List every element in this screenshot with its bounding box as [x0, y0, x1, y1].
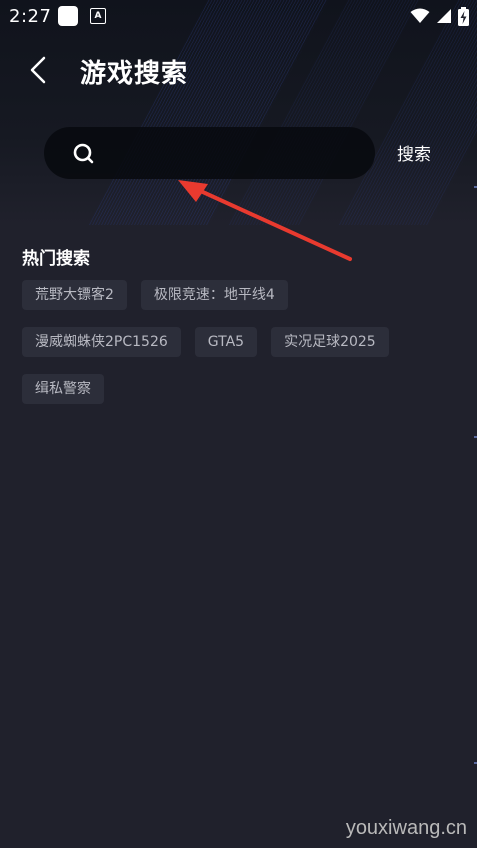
status-time: 2:27: [9, 6, 52, 27]
a-badge-icon: A: [90, 8, 106, 24]
app-notification-icon: [58, 6, 78, 26]
hot-search-title: 热门搜索: [22, 249, 90, 269]
watermark: youxiwang.cn: [345, 817, 467, 839]
hot-search-tag[interactable]: 实况足球2025: [271, 327, 389, 357]
status-bar: 2:27 A: [0, 0, 477, 32]
header-background: [0, 0, 477, 225]
hot-search-tag[interactable]: 缉私警察: [22, 374, 104, 404]
hot-search-tags: 荒野大镖客2 极限竞速：地平线4 漫威蜘蛛侠2PC1526 GTA5 实况足球2…: [22, 280, 452, 404]
back-button[interactable]: [22, 52, 58, 88]
status-icons: [410, 6, 469, 26]
search-input[interactable]: [106, 127, 365, 181]
search-box[interactable]: [44, 127, 375, 181]
back-chevron-icon: [30, 56, 46, 84]
signal-icon: [437, 9, 451, 23]
title-bar: 游戏搜索: [0, 40, 477, 100]
hot-search-tag[interactable]: 荒野大镖客2: [22, 280, 127, 310]
page-title: 游戏搜索: [80, 59, 189, 89]
hot-search-tag[interactable]: GTA5: [194, 327, 258, 357]
wifi-icon: [410, 8, 430, 23]
search-icon: [73, 143, 94, 164]
hot-search-tag[interactable]: 漫威蜘蛛侠2PC1526: [22, 327, 181, 357]
hot-search-tag[interactable]: 极限竞速：地平线4: [140, 280, 288, 310]
battery-charging-icon: [458, 6, 469, 26]
search-row: 搜索: [0, 126, 477, 182]
search-button[interactable]: 搜索: [397, 140, 431, 165]
